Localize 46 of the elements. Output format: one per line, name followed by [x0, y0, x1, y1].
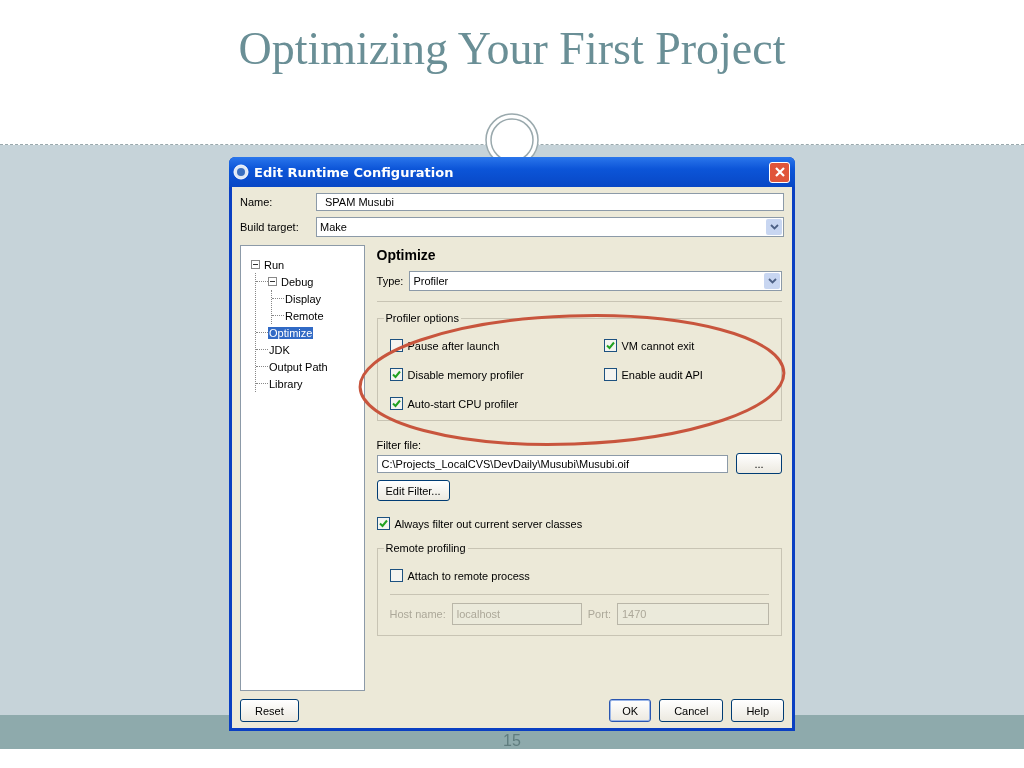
tree-item[interactable]: Optimize — [268, 326, 314, 339]
app-icon — [233, 164, 249, 180]
field-label: Build target: — [240, 221, 300, 233]
dialog-button[interactable]: OK — [609, 699, 652, 722]
group-label: Profiler options — [383, 312, 461, 324]
field-label: Host name: — [389, 608, 446, 620]
checkbox[interactable]: Always filter out current server classes — [376, 517, 782, 530]
checkbox[interactable]: Disable memory profiler — [389, 368, 604, 381]
tree-item[interactable]: JDK — [268, 343, 291, 356]
dialog-button[interactable]: Cancel — [659, 699, 724, 722]
tree-item[interactable]: Display — [284, 292, 323, 305]
field-label: Filter file: — [376, 439, 423, 451]
dialog-button[interactable]: Help — [731, 699, 784, 722]
tree-item[interactable]: Library — [268, 377, 304, 390]
caret-icon — [767, 278, 777, 284]
close-button[interactable] — [769, 161, 790, 183]
edit-filter-button[interactable]: Edit Filter... — [376, 480, 450, 501]
checkbox[interactable]: VM cannot exit — [603, 339, 769, 352]
section-heading: Optimize — [376, 247, 437, 263]
tree-item[interactable]: Output Path — [268, 360, 329, 373]
tree-item[interactable]: Debug — [280, 275, 315, 288]
tree-item[interactable]: Run — [263, 258, 286, 271]
collapse-icon[interactable] — [251, 260, 260, 269]
type-dropdown[interactable]: Profiler — [409, 271, 782, 291]
tree-item[interactable]: Remote — [284, 309, 325, 322]
window-title: Edit Runtime Configuration — [254, 164, 455, 180]
check-icon — [377, 518, 389, 529]
checkbox[interactable]: Auto-start CPU profiler — [389, 397, 604, 410]
build-target-dropdown[interactable]: Make — [316, 217, 784, 237]
checkbox[interactable]: Enable audit API — [603, 368, 769, 381]
name-field[interactable]: SPAM Musubi — [316, 193, 784, 211]
check-icon — [604, 340, 616, 351]
close-icon — [773, 166, 786, 178]
group-label: Remote profiling — [383, 542, 468, 554]
field-label: Type: — [376, 275, 404, 287]
collapse-icon[interactable] — [268, 277, 277, 286]
caret-icon — [769, 224, 779, 230]
slide-title: Optimizing Your First Project — [238, 22, 786, 76]
checkbox[interactable]: Attach to remote process — [389, 569, 769, 582]
check-icon — [390, 369, 402, 380]
reset-button[interactable]: Reset — [240, 699, 299, 722]
check-icon — [390, 398, 402, 409]
browse-button[interactable]: ... — [736, 453, 782, 474]
filter-file-field[interactable]: C:\Projects_LocalCVS\DevDaily\Musubi\Musubi.oif — [376, 454, 728, 473]
field-label: Name: — [240, 196, 274, 208]
field-label: Port: — [587, 608, 611, 620]
